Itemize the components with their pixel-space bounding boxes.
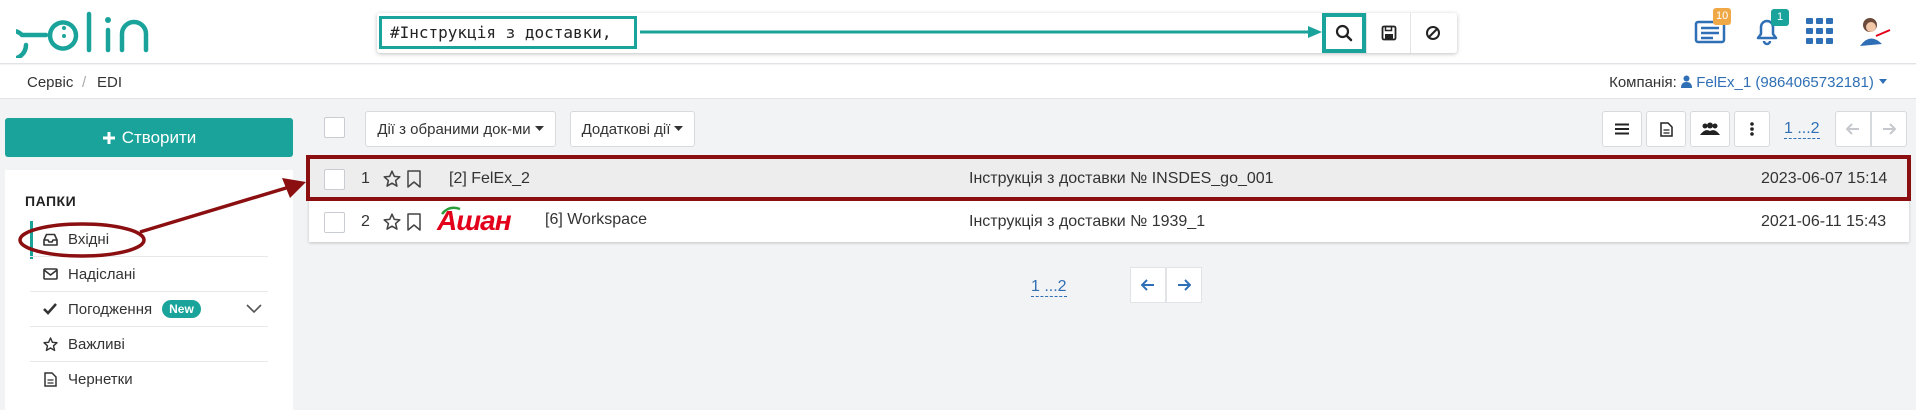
sidebar-item-label: Надіслані — [68, 265, 136, 283]
list-view-button[interactable] — [1602, 111, 1642, 147]
arrow-right-icon — [1178, 279, 1191, 291]
breadcrumb-edi[interactable]: EDI — [97, 74, 122, 91]
caret-down-icon — [1879, 79, 1887, 84]
pager-bottom[interactable]: 1 ...2 — [1031, 278, 1067, 297]
list-icon — [1615, 123, 1629, 135]
documents-badge: 10 — [1713, 8, 1732, 25]
star-icon — [42, 336, 58, 351]
partner-name: [6] Workspace — [545, 211, 647, 228]
check-icon — [43, 303, 57, 315]
notifications-badge: 1 — [1771, 9, 1789, 26]
bulk-actions-label: Дії з обраними док-ми — [377, 120, 531, 138]
select-all-checkbox[interactable] — [324, 117, 345, 138]
user-icon — [1681, 75, 1693, 88]
extra-actions-label: Додаткові дії — [581, 120, 671, 138]
sidebar-item-approval[interactable]: Погодження New — [30, 292, 268, 327]
top-bar: #Інструкція з доставки, 10 1 — [0, 0, 1916, 64]
sidebar-item-sent[interactable]: Надіслані — [30, 257, 268, 292]
folders-title: ПАПКИ — [25, 193, 77, 209]
document-view-button[interactable] — [1646, 111, 1686, 147]
user-menu[interactable] — [1856, 14, 1892, 53]
company-link[interactable]: FelEx_1 (9864065732181) — [1681, 74, 1888, 91]
more-options-button[interactable] — [1734, 111, 1770, 147]
next-page-button[interactable] — [1166, 267, 1202, 303]
row-checkbox[interactable] — [324, 212, 345, 233]
sidebar-item-inbox[interactable]: Вхідні — [30, 222, 268, 257]
search-icon — [1335, 24, 1353, 42]
chevron-down-icon[interactable] — [246, 304, 262, 314]
breadcrumb-separator: / — [82, 74, 87, 91]
partners-button[interactable] — [1690, 111, 1730, 147]
bottom-pager-buttons — [1130, 267, 1202, 303]
sidebar-item-label: Важливі — [68, 335, 125, 353]
plus-icon — [102, 131, 115, 144]
more-vertical-icon — [1750, 122, 1754, 136]
caret-down-icon — [534, 126, 544, 131]
save-search-button[interactable] — [1366, 13, 1410, 53]
document-title[interactable]: Інструкція з доставки № 1939_1 — [969, 213, 1205, 231]
document-date: 2021-06-11 15:43 — [1761, 213, 1887, 230]
edin-logo[interactable] — [16, 8, 161, 58]
bookmark-icon[interactable] — [407, 213, 421, 231]
auchan-bird-icon — [441, 206, 461, 215]
documents-button[interactable]: 10 — [1693, 8, 1732, 49]
create-button-label: Створити — [121, 127, 197, 147]
search-button[interactable] — [1322, 13, 1366, 53]
caret-down-icon — [674, 126, 684, 131]
document-icon — [1659, 121, 1673, 137]
avatar — [1860, 18, 1891, 46]
inbox-icon — [42, 233, 58, 246]
search-input[interactable]: #Інструкція з доставки, — [379, 16, 637, 49]
arrow-right-icon — [1883, 123, 1896, 135]
arrow-left-icon — [1141, 279, 1154, 291]
apps-grid-icon — [1806, 18, 1833, 44]
new-badge: New — [162, 300, 201, 318]
sidebar-item-label: Чернетки — [68, 371, 133, 388]
sidebar-item-label: Погодження — [68, 300, 153, 318]
company-name: FelEx_1 (9864065732181) — [1696, 74, 1874, 91]
row-number: 2 — [361, 213, 370, 230]
save-icon — [1381, 25, 1396, 41]
create-button[interactable]: Створити — [5, 118, 293, 157]
bulk-actions-dropdown[interactable]: Дії з обраними док-ми — [365, 111, 556, 147]
apps-button[interactable] — [1806, 18, 1834, 49]
ban-icon — [1425, 26, 1440, 40]
prev-page-button[interactable] — [1130, 267, 1166, 303]
sidebar-item-label: Вхідні — [68, 230, 110, 248]
company-selector[interactable]: Компанія: FelEx_1 (9864065732181) — [1609, 74, 1888, 91]
next-page-button[interactable] — [1871, 111, 1907, 147]
sidebar-item-drafts[interactable]: Чернетки — [30, 362, 268, 397]
star-icon[interactable] — [383, 213, 401, 231]
draft-icon — [43, 372, 57, 387]
breadcrumb-service[interactable]: Сервіс — [27, 74, 73, 91]
annotation-highlight-row — [306, 155, 1911, 201]
search-bar: #Інструкція з доставки, — [377, 13, 1457, 53]
arrow-left-icon — [1846, 123, 1859, 135]
sidebar-item-important[interactable]: Важливі — [30, 327, 268, 362]
pager-top[interactable]: 1 ...2 — [1784, 120, 1820, 139]
prev-page-button[interactable] — [1835, 111, 1871, 147]
company-label: Компанія: — [1609, 74, 1677, 91]
breadcrumb: Сервіс / EDI Компанія: FelEx_1 (98640657… — [0, 65, 1916, 99]
users-icon — [1700, 122, 1720, 135]
notifications-button[interactable]: 1 — [1752, 9, 1789, 51]
clear-search-button[interactable] — [1410, 13, 1454, 53]
extra-actions-dropdown[interactable]: Додаткові дії — [570, 111, 695, 147]
table-row[interactable]: 2 Ашан [6] Workspace Інструкція з достав… — [309, 200, 1909, 242]
envelope-icon — [42, 268, 58, 280]
